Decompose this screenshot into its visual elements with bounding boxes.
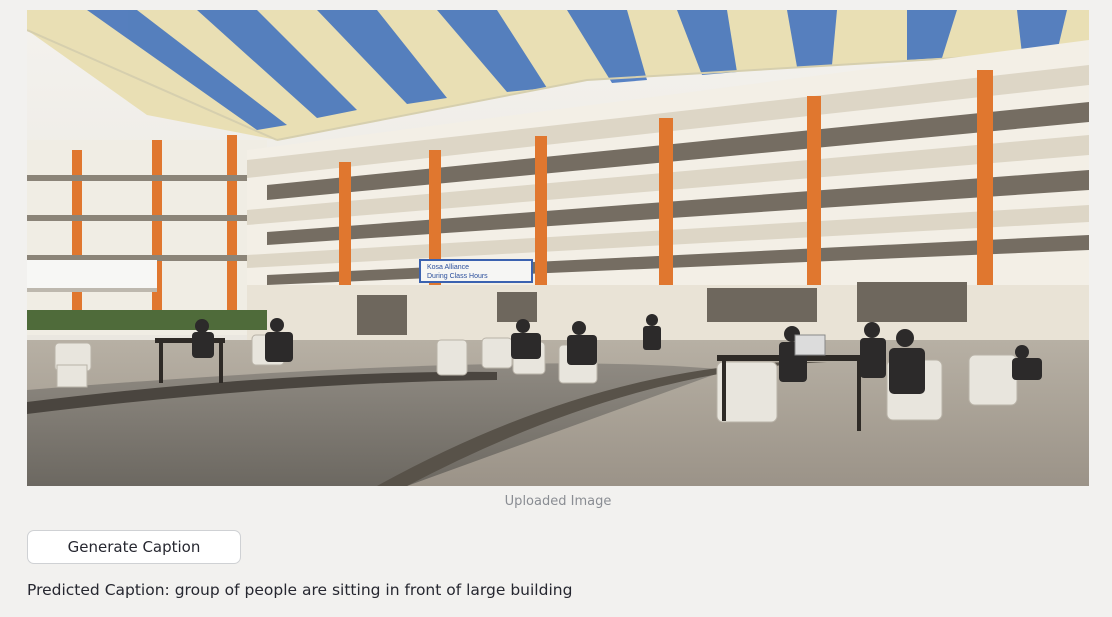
- predicted-caption-label: Predicted Caption:: [27, 581, 170, 599]
- svg-text:Kosa Alliance: Kosa Alliance: [427, 264, 469, 271]
- predicted-caption: Predicted Caption: group of people are s…: [27, 581, 572, 599]
- app-container: Kosa Alliance During Class Hours Uploade…: [0, 0, 1112, 617]
- predicted-caption-text: group of people are sitting in front of …: [174, 581, 573, 599]
- photo-image-icon: Kosa Alliance During Class Hours: [27, 10, 1089, 486]
- svg-text:During Class Hours: During Class Hours: [427, 273, 488, 280]
- uploaded-image: Kosa Alliance During Class Hours: [27, 10, 1089, 486]
- image-caption: Uploaded Image: [504, 494, 612, 509]
- generate-caption-button[interactable]: Generate Caption: [27, 530, 241, 564]
